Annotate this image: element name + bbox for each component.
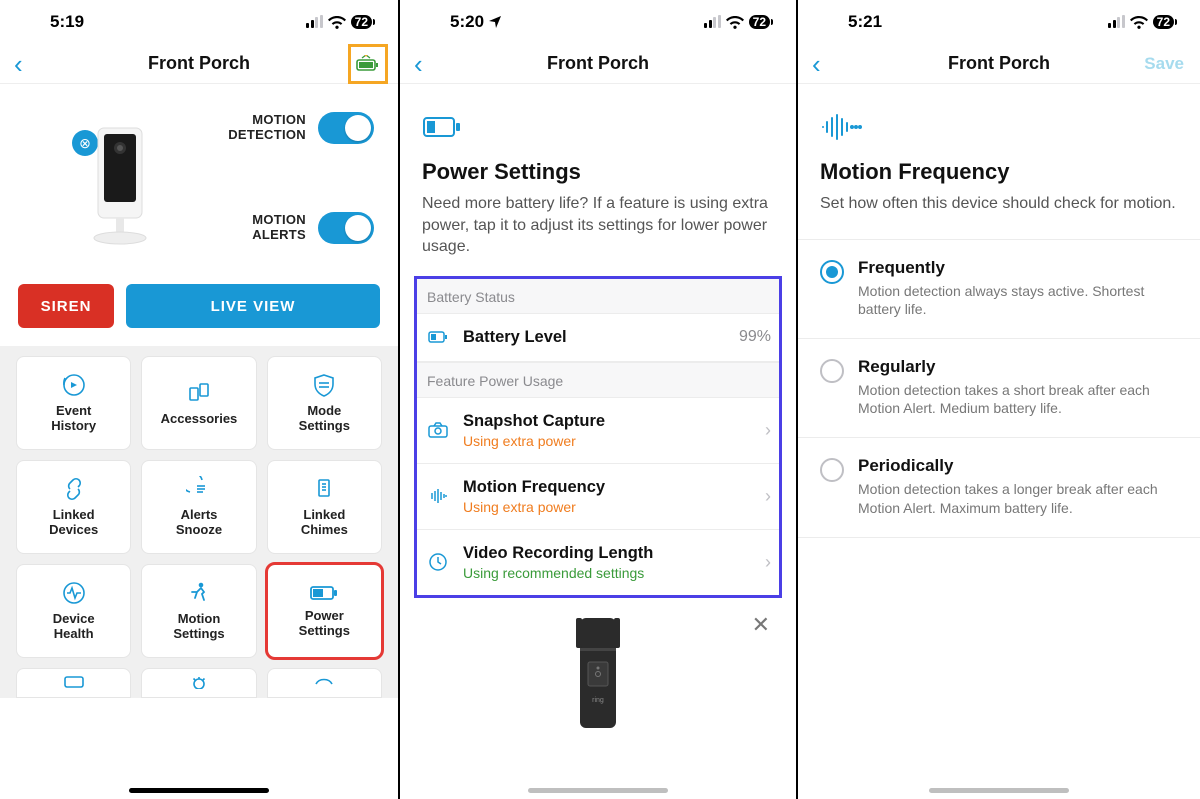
row-title: Motion Frequency (463, 478, 751, 497)
radio-icon (820, 260, 844, 284)
screen-motion-frequency: 5:21 72 ‹ Front Porch Save Motion Freque… (796, 0, 1200, 799)
row-video-recording-length[interactable]: Video Recording Length Using recommended… (417, 530, 779, 595)
battery-icon (427, 330, 449, 344)
motion-detection-toggle[interactable] (318, 112, 374, 144)
wifi-icon (1130, 16, 1148, 29)
tile-power-settings[interactable]: Power Settings (267, 564, 382, 658)
nav-bar: ‹ Front Porch (0, 44, 398, 84)
chevron-right-icon: › (765, 552, 771, 573)
row-title: Snapshot Capture (463, 412, 751, 431)
close-icon[interactable]: ✕ (752, 612, 770, 638)
option-regularly[interactable]: Regularly Motion detection takes a short… (798, 339, 1200, 438)
section-header-feature-power: Feature Power Usage (417, 362, 779, 398)
cell-signal-icon (306, 16, 323, 28)
row-subtitle: Using extra power (463, 499, 751, 515)
battery-level-value: 99% (739, 328, 771, 346)
home-indicator[interactable] (528, 788, 668, 793)
tile-linked-chimes[interactable]: Linked Chimes (267, 460, 382, 554)
cell-signal-icon (1108, 16, 1125, 28)
page-description: Set how often this device should check f… (798, 193, 1200, 240)
tile-mode-settings[interactable]: Mode Settings (267, 356, 382, 450)
frequency-icon (820, 114, 1200, 145)
tile-partial[interactable] (16, 668, 131, 698)
clock: 5:21 (848, 12, 882, 32)
chevron-right-icon: › (765, 420, 771, 441)
back-button[interactable]: ‹ (812, 51, 821, 77)
battery-icon (422, 114, 462, 145)
highlighted-section: Battery Status Battery Level 99% Feature… (414, 276, 782, 598)
tile-partial[interactable] (141, 668, 256, 698)
option-frequently[interactable]: Frequently Motion detection always stays… (798, 240, 1200, 339)
motion-detection-row: MOTION DETECTION (0, 112, 398, 144)
frequency-icon (427, 489, 449, 503)
home-indicator[interactable] (929, 788, 1069, 793)
nav-bar: ‹ Front Porch Save (798, 44, 1200, 84)
save-button[interactable]: Save (1144, 54, 1184, 74)
option-title: Periodically (858, 456, 1168, 476)
live-view-button[interactable]: LIVE VIEW (126, 284, 380, 328)
page-title: Front Porch (148, 53, 250, 74)
option-subtitle: Motion detection takes a longer break af… (858, 480, 1168, 516)
section-header-battery-status: Battery Status (417, 279, 779, 314)
motion-alerts-label: MOTION ALERTS (252, 213, 306, 243)
option-subtitle: Motion detection takes a short break aft… (858, 381, 1168, 417)
battery-pill: 72 (1153, 15, 1174, 29)
page-description: Need more battery life? If a feature is … (400, 193, 796, 276)
radio-icon (820, 359, 844, 383)
nav-bar: ‹ Front Porch (400, 44, 796, 84)
motion-alerts-toggle[interactable] (318, 212, 374, 244)
page-heading: Power Settings (400, 159, 796, 193)
motion-detection-label: MOTION DETECTION (228, 113, 306, 143)
device-image (70, 120, 170, 250)
option-subtitle: Motion detection always stays active. Sh… (858, 282, 1168, 318)
tile-motion-settings[interactable]: Motion Settings (141, 564, 256, 658)
status-bar: 5:19 72 (0, 0, 398, 44)
row-subtitle: Using recommended settings (463, 565, 751, 581)
row-title: Battery Level (463, 328, 725, 347)
wifi-icon (328, 16, 346, 29)
tile-alerts-snooze[interactable]: Alerts Snooze (141, 460, 256, 554)
tile-linked-devices[interactable]: Linked Devices (16, 460, 131, 554)
page-heading: Motion Frequency (798, 159, 1200, 193)
tile-accessories[interactable]: Accessories (141, 356, 256, 450)
tile-event-history[interactable]: Event History (16, 356, 131, 450)
camera-icon (427, 422, 449, 438)
option-periodically[interactable]: Periodically Motion detection takes a lo… (798, 438, 1200, 537)
radio-icon (820, 458, 844, 482)
clock-icon (427, 553, 449, 571)
page-title: Front Porch (948, 53, 1050, 74)
row-snapshot-capture[interactable]: Snapshot Capture Using extra power › (417, 398, 779, 464)
tile-device-health[interactable]: Device Health (16, 564, 131, 658)
clock: 5:19 (50, 12, 84, 32)
back-button[interactable]: ‹ (14, 51, 23, 77)
chevron-right-icon: › (765, 486, 771, 507)
device-photo: ✕ ring (400, 612, 796, 732)
home-indicator[interactable] (129, 788, 269, 793)
screen-power-settings: 5:20 72 ‹ Front Porch Power Settings Nee… (398, 0, 796, 799)
svg-text:ring: ring (592, 697, 604, 704)
option-title: Frequently (858, 258, 1168, 278)
tile-partial[interactable] (267, 668, 382, 698)
status-bar: 5:21 72 (798, 0, 1200, 44)
settings-tile-grid: Event History Accessories Mode Settings … (0, 346, 398, 698)
row-subtitle: Using extra power (463, 433, 751, 449)
battery-shortcut-button[interactable] (348, 44, 388, 84)
clock: 5:20 (450, 12, 501, 32)
back-button[interactable]: ‹ (414, 51, 423, 77)
motion-alerts-row: MOTION ALERTS (0, 212, 398, 244)
siren-button[interactable]: SIREN (18, 284, 114, 328)
location-icon (489, 16, 501, 28)
battery-pill: 72 (351, 15, 372, 29)
battery-pill: 72 (749, 15, 770, 29)
row-title: Video Recording Length (463, 544, 751, 563)
status-bar: 5:20 72 (400, 0, 796, 44)
wifi-icon (726, 16, 744, 29)
screen-device-dashboard: 5:19 72 ‹ Front Porch ⊗ MOTION DETECTION… (0, 0, 398, 799)
row-battery-level[interactable]: Battery Level 99% (417, 314, 779, 362)
cell-signal-icon (704, 16, 721, 28)
option-title: Regularly (858, 357, 1168, 377)
row-motion-frequency[interactable]: Motion Frequency Using extra power › (417, 464, 779, 530)
page-title: Front Porch (547, 53, 649, 74)
